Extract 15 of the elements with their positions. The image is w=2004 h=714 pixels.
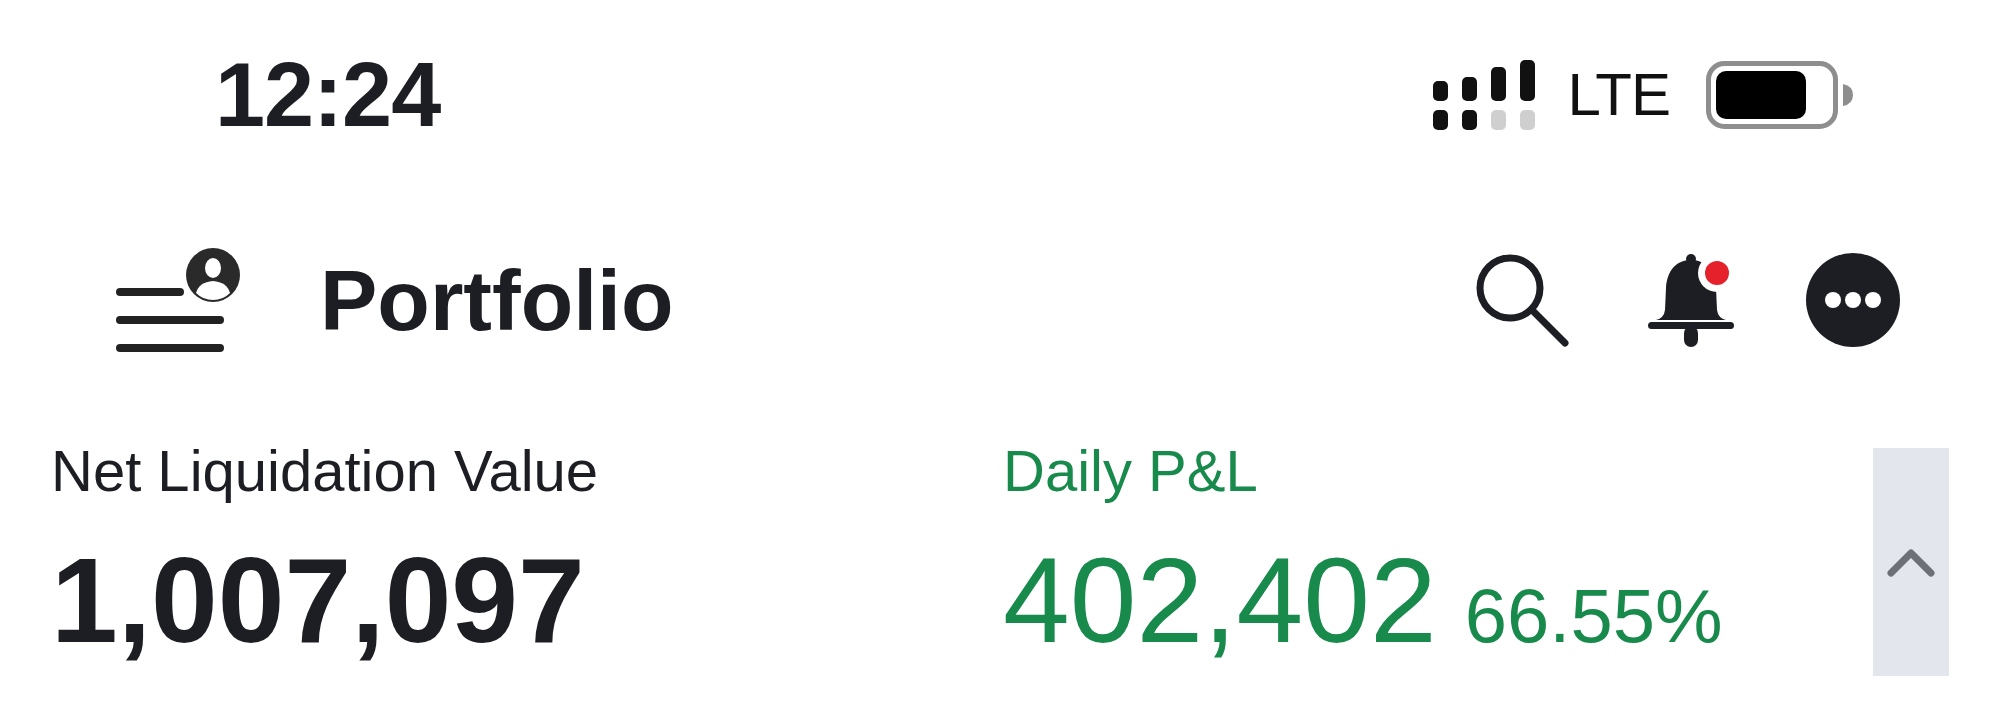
- percent-change: 66.55%: [1464, 577, 1723, 654]
- more-options-icon[interactable]: [1806, 253, 1900, 347]
- metric-value: 1,007,097: [51, 539, 585, 660]
- search-icon[interactable]: [1474, 252, 1570, 348]
- menu-icon[interactable]: [116, 247, 242, 353]
- metric-label: Net Liquidation Value: [51, 438, 600, 505]
- battery-icon: [1706, 61, 1853, 129]
- page-title: Portfolio: [320, 257, 674, 343]
- network-type: LTE: [1567, 65, 1670, 125]
- notification-bell-icon[interactable]: [1648, 252, 1734, 348]
- collapse-button[interactable]: [1873, 448, 1949, 676]
- signal-icon: [1433, 60, 1536, 130]
- status-time: 12:24: [215, 50, 441, 140]
- metric-value: 402,402: [1003, 539, 1437, 660]
- metric-label: Daily P&L: [1003, 438, 1259, 505]
